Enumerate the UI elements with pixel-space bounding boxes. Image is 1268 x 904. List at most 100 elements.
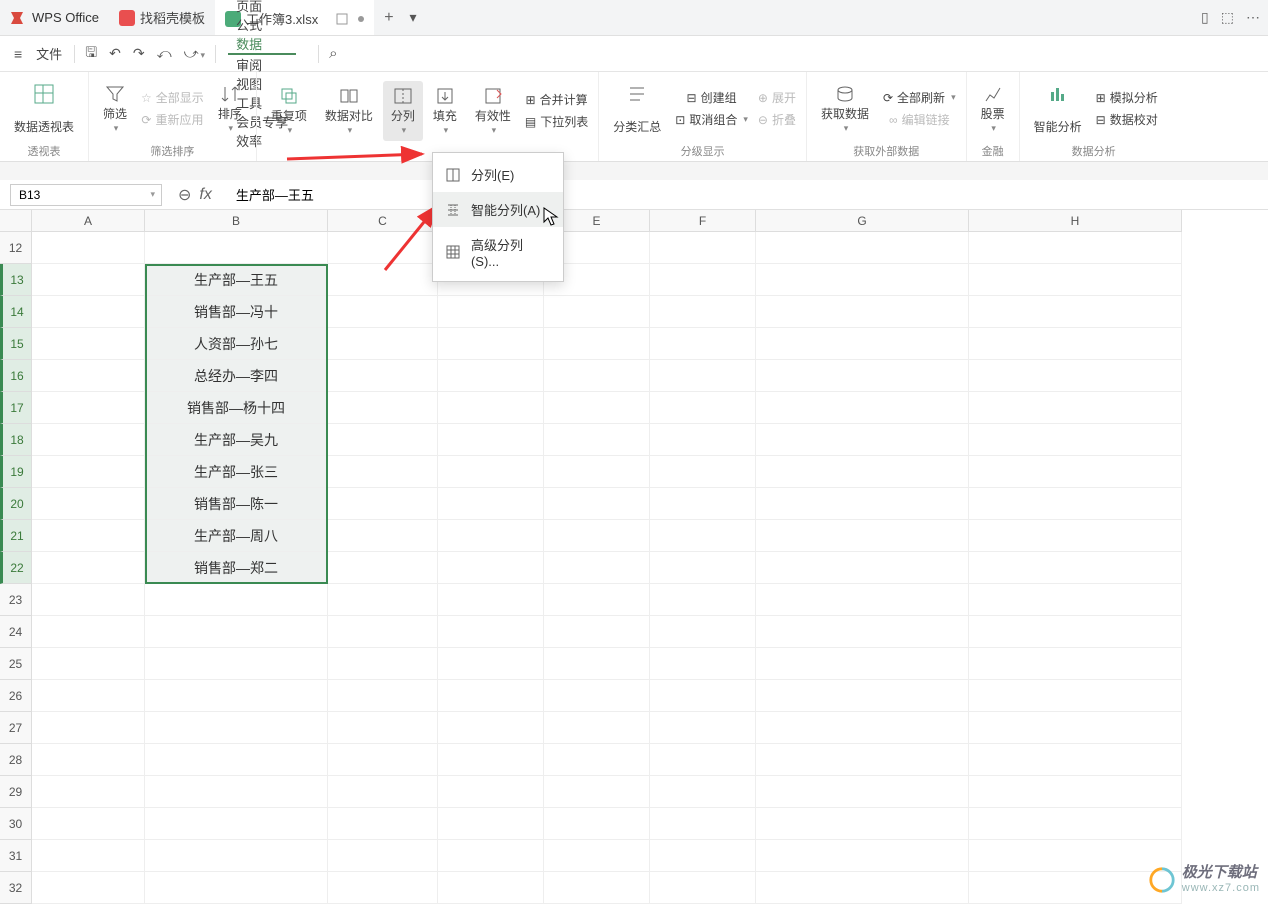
formula-input[interactable]	[228, 184, 1268, 206]
cell[interactable]	[328, 744, 438, 776]
redo-icon[interactable]: ↷	[127, 45, 151, 62]
cell[interactable]	[544, 776, 650, 808]
cell[interactable]	[32, 360, 145, 392]
cell[interactable]	[328, 488, 438, 520]
window-icon[interactable]	[336, 13, 348, 25]
cell[interactable]	[438, 328, 544, 360]
cell[interactable]	[756, 648, 969, 680]
cell[interactable]	[328, 264, 438, 296]
cell[interactable]	[756, 392, 969, 424]
cell[interactable]	[145, 840, 328, 872]
cell[interactable]	[145, 712, 328, 744]
file-menu[interactable]: 文件	[28, 36, 70, 71]
cell[interactable]	[969, 808, 1182, 840]
new-tab-button[interactable]: +	[374, 9, 403, 27]
cell[interactable]	[328, 232, 438, 264]
cell[interactable]	[756, 232, 969, 264]
cell[interactable]: 销售部—冯十	[145, 296, 328, 328]
pivot-table-button[interactable]: 数据透视表	[6, 79, 82, 139]
reapply-button[interactable]: ⟳重新应用	[137, 110, 208, 130]
cell[interactable]	[328, 648, 438, 680]
cell[interactable]	[328, 840, 438, 872]
cell[interactable]	[328, 776, 438, 808]
cell[interactable]	[32, 776, 145, 808]
menu-数据[interactable]: 数据	[228, 34, 296, 55]
cell[interactable]	[32, 520, 145, 552]
cell[interactable]	[756, 520, 969, 552]
cell[interactable]: 销售部—郑二	[145, 552, 328, 584]
cell[interactable]	[32, 328, 145, 360]
cell[interactable]	[969, 680, 1182, 712]
cell[interactable]	[650, 872, 756, 904]
subtotal-button[interactable]: 分类汇总	[605, 79, 669, 139]
cell[interactable]	[756, 776, 969, 808]
cell[interactable]	[650, 520, 756, 552]
cell[interactable]	[544, 520, 650, 552]
cell[interactable]	[650, 808, 756, 840]
cell[interactable]	[438, 680, 544, 712]
row-header[interactable]: 12	[0, 232, 32, 264]
cell[interactable]: 总经办—李四	[145, 360, 328, 392]
cell[interactable]	[756, 360, 969, 392]
cell[interactable]	[328, 520, 438, 552]
filter-button[interactable]: 筛选	[95, 79, 135, 139]
cell[interactable]	[756, 744, 969, 776]
cell[interactable]	[32, 616, 145, 648]
more-icon[interactable]: ⋯	[1246, 9, 1260, 26]
cell[interactable]	[328, 360, 438, 392]
cell[interactable]	[328, 712, 438, 744]
cell[interactable]	[969, 712, 1182, 744]
cell[interactable]	[328, 552, 438, 584]
get-data-button[interactable]: 获取数据	[813, 79, 877, 139]
cell[interactable]	[544, 744, 650, 776]
cell[interactable]	[756, 584, 969, 616]
cell[interactable]	[650, 744, 756, 776]
cell[interactable]	[328, 392, 438, 424]
cell[interactable]	[756, 264, 969, 296]
cell[interactable]	[145, 744, 328, 776]
col-header-H[interactable]: H	[969, 210, 1182, 232]
split-columns-item[interactable]: 分列(E)	[433, 157, 563, 192]
menu-公式[interactable]: 公式	[228, 15, 296, 34]
cell[interactable]	[32, 424, 145, 456]
cell[interactable]	[438, 744, 544, 776]
row-header[interactable]: 31	[0, 840, 32, 872]
data-compare-button[interactable]: 数据对比	[317, 81, 381, 141]
cell[interactable]	[438, 648, 544, 680]
cell[interactable]	[544, 648, 650, 680]
cell[interactable]	[145, 616, 328, 648]
row-header[interactable]: 14	[0, 296, 32, 328]
tab-menu-icon[interactable]	[358, 16, 364, 22]
cell[interactable]	[650, 712, 756, 744]
cell[interactable]	[650, 680, 756, 712]
cell[interactable]	[544, 584, 650, 616]
cell[interactable]	[650, 776, 756, 808]
cell[interactable]	[32, 232, 145, 264]
col-header-G[interactable]: G	[756, 210, 969, 232]
cell[interactable]	[650, 488, 756, 520]
cell[interactable]	[438, 488, 544, 520]
cell[interactable]	[32, 648, 145, 680]
create-group-button[interactable]: ⊟创建组	[671, 88, 752, 108]
cell[interactable]	[32, 488, 145, 520]
data-check-button[interactable]: ⊟数据校对	[1092, 110, 1162, 130]
menu-审阅[interactable]: 审阅	[228, 55, 296, 74]
cell[interactable]	[969, 456, 1182, 488]
cell[interactable]	[438, 296, 544, 328]
cell[interactable]	[544, 456, 650, 488]
cell[interactable]	[32, 744, 145, 776]
cell[interactable]	[544, 872, 650, 904]
cell[interactable]	[969, 328, 1182, 360]
box-icon[interactable]: ⬚	[1221, 9, 1234, 26]
cell[interactable]	[544, 840, 650, 872]
cell[interactable]	[650, 648, 756, 680]
quick-redo-icon[interactable]: ⤻	[178, 45, 212, 62]
cell[interactable]	[32, 808, 145, 840]
search-icon[interactable]: ⌕	[323, 45, 343, 62]
tab-templates[interactable]: 找稻壳模板	[109, 0, 215, 35]
row-header[interactable]: 13	[0, 264, 32, 296]
refresh-all-button[interactable]: ⟳全部刷新	[879, 88, 960, 108]
row-header[interactable]: 18	[0, 424, 32, 456]
menu-icon[interactable]: ≡	[8, 46, 28, 62]
cell[interactable]	[438, 712, 544, 744]
